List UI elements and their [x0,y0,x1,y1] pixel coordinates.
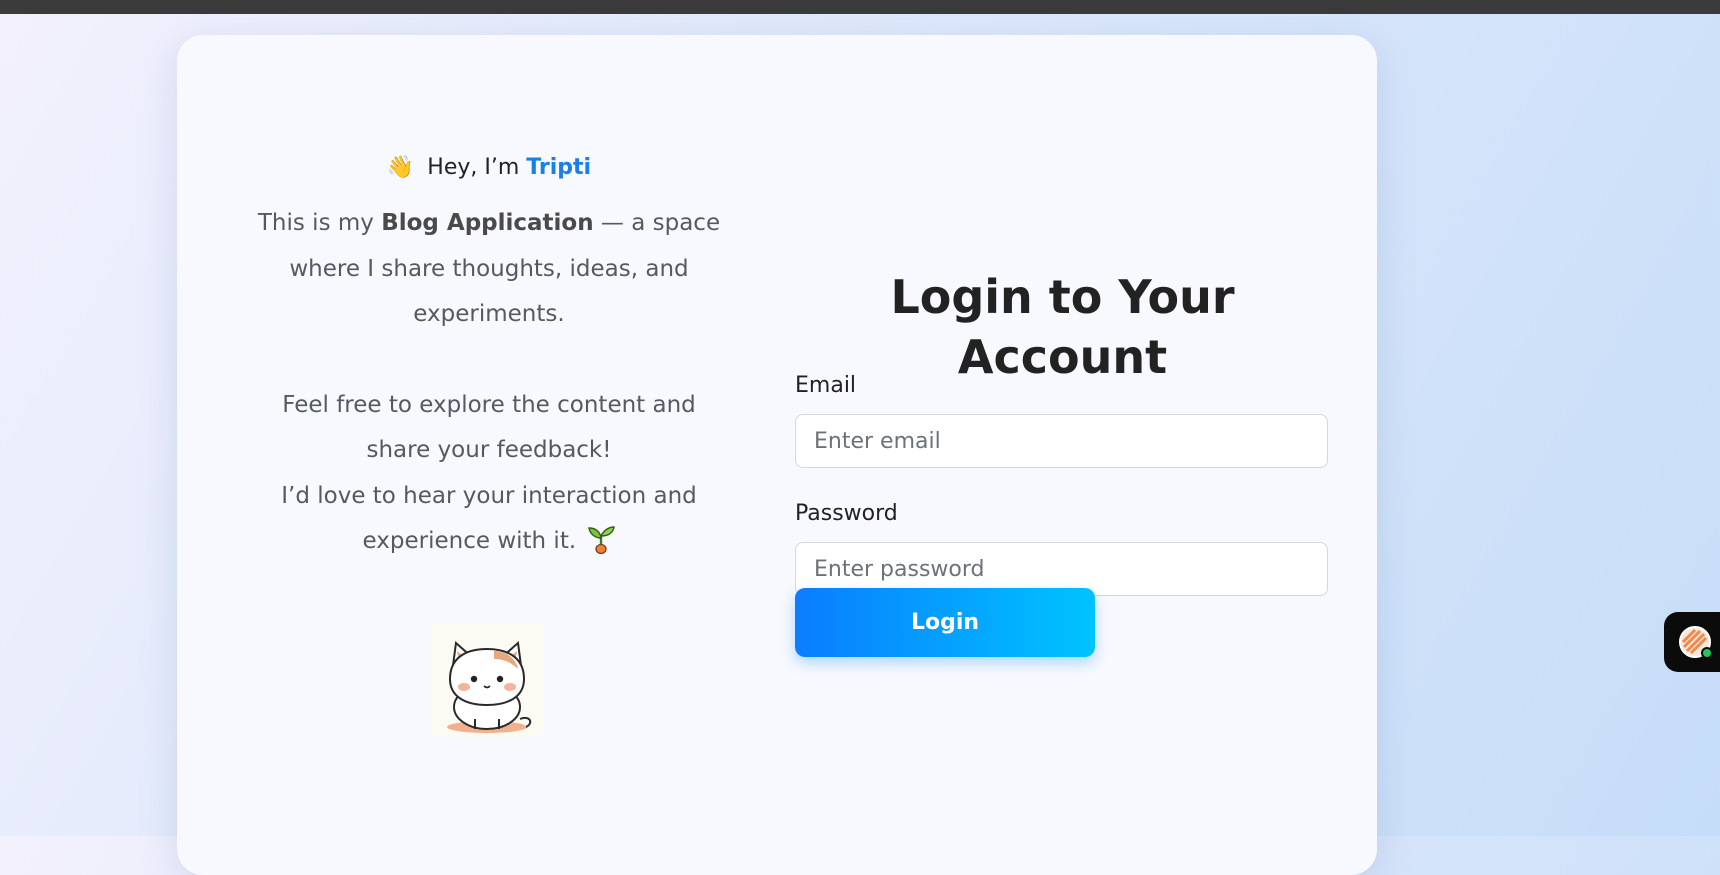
login-button[interactable]: Login [795,588,1095,657]
feedback-paragraph: Feel free to explore the content and sha… [247,383,731,565]
password-label: Password [795,501,898,526]
intro-text-before: This is my [257,210,374,236]
login-title: Login to Your Account [890,270,1235,384]
intro-paragraph: This is my Blog Application — a space wh… [247,201,731,338]
seedling-icon [588,526,616,554]
intro-section: 👋 Hey, I’m Tripti This is my Blog Applic… [247,153,731,565]
chat-assistant-icon [1679,626,1712,659]
browser-top-strip [0,0,1720,14]
email-label: Email [795,373,857,398]
greeting: 👋 Hey, I’m Tripti [247,153,731,183]
cat-sticker-image [430,623,544,737]
login-card: 👋 Hey, I’m Tripti This is my Blog Applic… [177,35,1377,875]
greeting-name: Tripti [526,155,592,180]
email-input[interactable] [795,414,1328,468]
greeting-prefix: Hey, I’m [427,155,520,180]
waving-hand-icon: 👋 [386,155,415,180]
feedback-line-2: I’d love to hear your interaction and ex… [281,482,697,555]
blog-application-text: Blog Application [381,210,594,236]
feedback-line-1: Feel free to explore the content and sha… [282,391,696,464]
chat-widget-button[interactable] [1664,612,1720,672]
